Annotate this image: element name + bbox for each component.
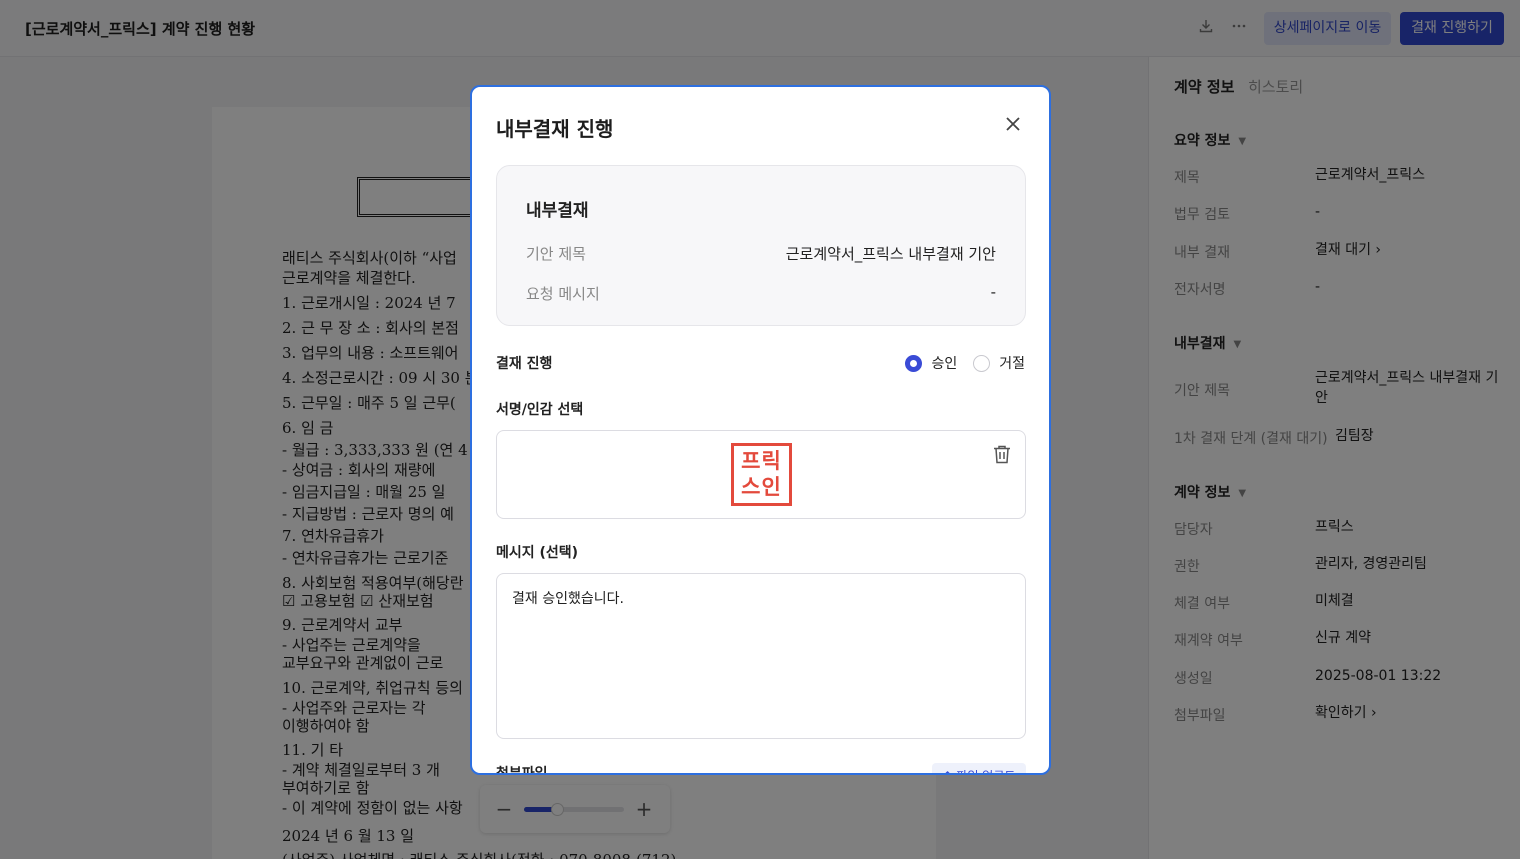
- message-textarea[interactable]: [496, 573, 1026, 739]
- proceed-label: 결재 진행: [496, 356, 553, 372]
- decision-radio-group: 승인 거절: [889, 352, 1025, 374]
- close-icon[interactable]: [1002, 113, 1024, 135]
- internal-approval-modal: 내부결재 진행 내부결재 기안 제목 근로계약서_프릭스 내부결재 기안 요청 …: [470, 85, 1051, 775]
- draft-title-value: 근로계약서_프릭스 내부결재 기안: [785, 245, 996, 263]
- modal-title: 내부결재 진행: [496, 117, 614, 141]
- radio-unselected-icon: [973, 354, 991, 372]
- draft-title-label: 기안 제목: [526, 245, 586, 263]
- trash-icon[interactable]: [991, 443, 1013, 465]
- approve-radio[interactable]: 승인: [905, 353, 957, 373]
- request-message-value: -: [990, 283, 996, 301]
- message-label: 메시지 (선택): [496, 545, 579, 561]
- reject-radio[interactable]: 거절: [973, 353, 1025, 373]
- signature-selector[interactable]: 프릭 스인: [496, 430, 1026, 519]
- approval-info-card: 내부결재 기안 제목 근로계약서_프릭스 내부결재 기안 요청 메시지 -: [496, 165, 1026, 326]
- signature-label: 서명/인감 선택: [496, 402, 584, 418]
- radio-selected-icon: [905, 354, 923, 372]
- company-seal[interactable]: 프릭 스인: [731, 443, 792, 506]
- attachment-label: 첨부파일: [496, 766, 548, 775]
- request-message-label: 요청 메시지: [526, 285, 600, 303]
- card-title: 내부결재: [526, 201, 589, 221]
- file-upload-button[interactable]: ↑ 파일 업로드: [932, 763, 1026, 773]
